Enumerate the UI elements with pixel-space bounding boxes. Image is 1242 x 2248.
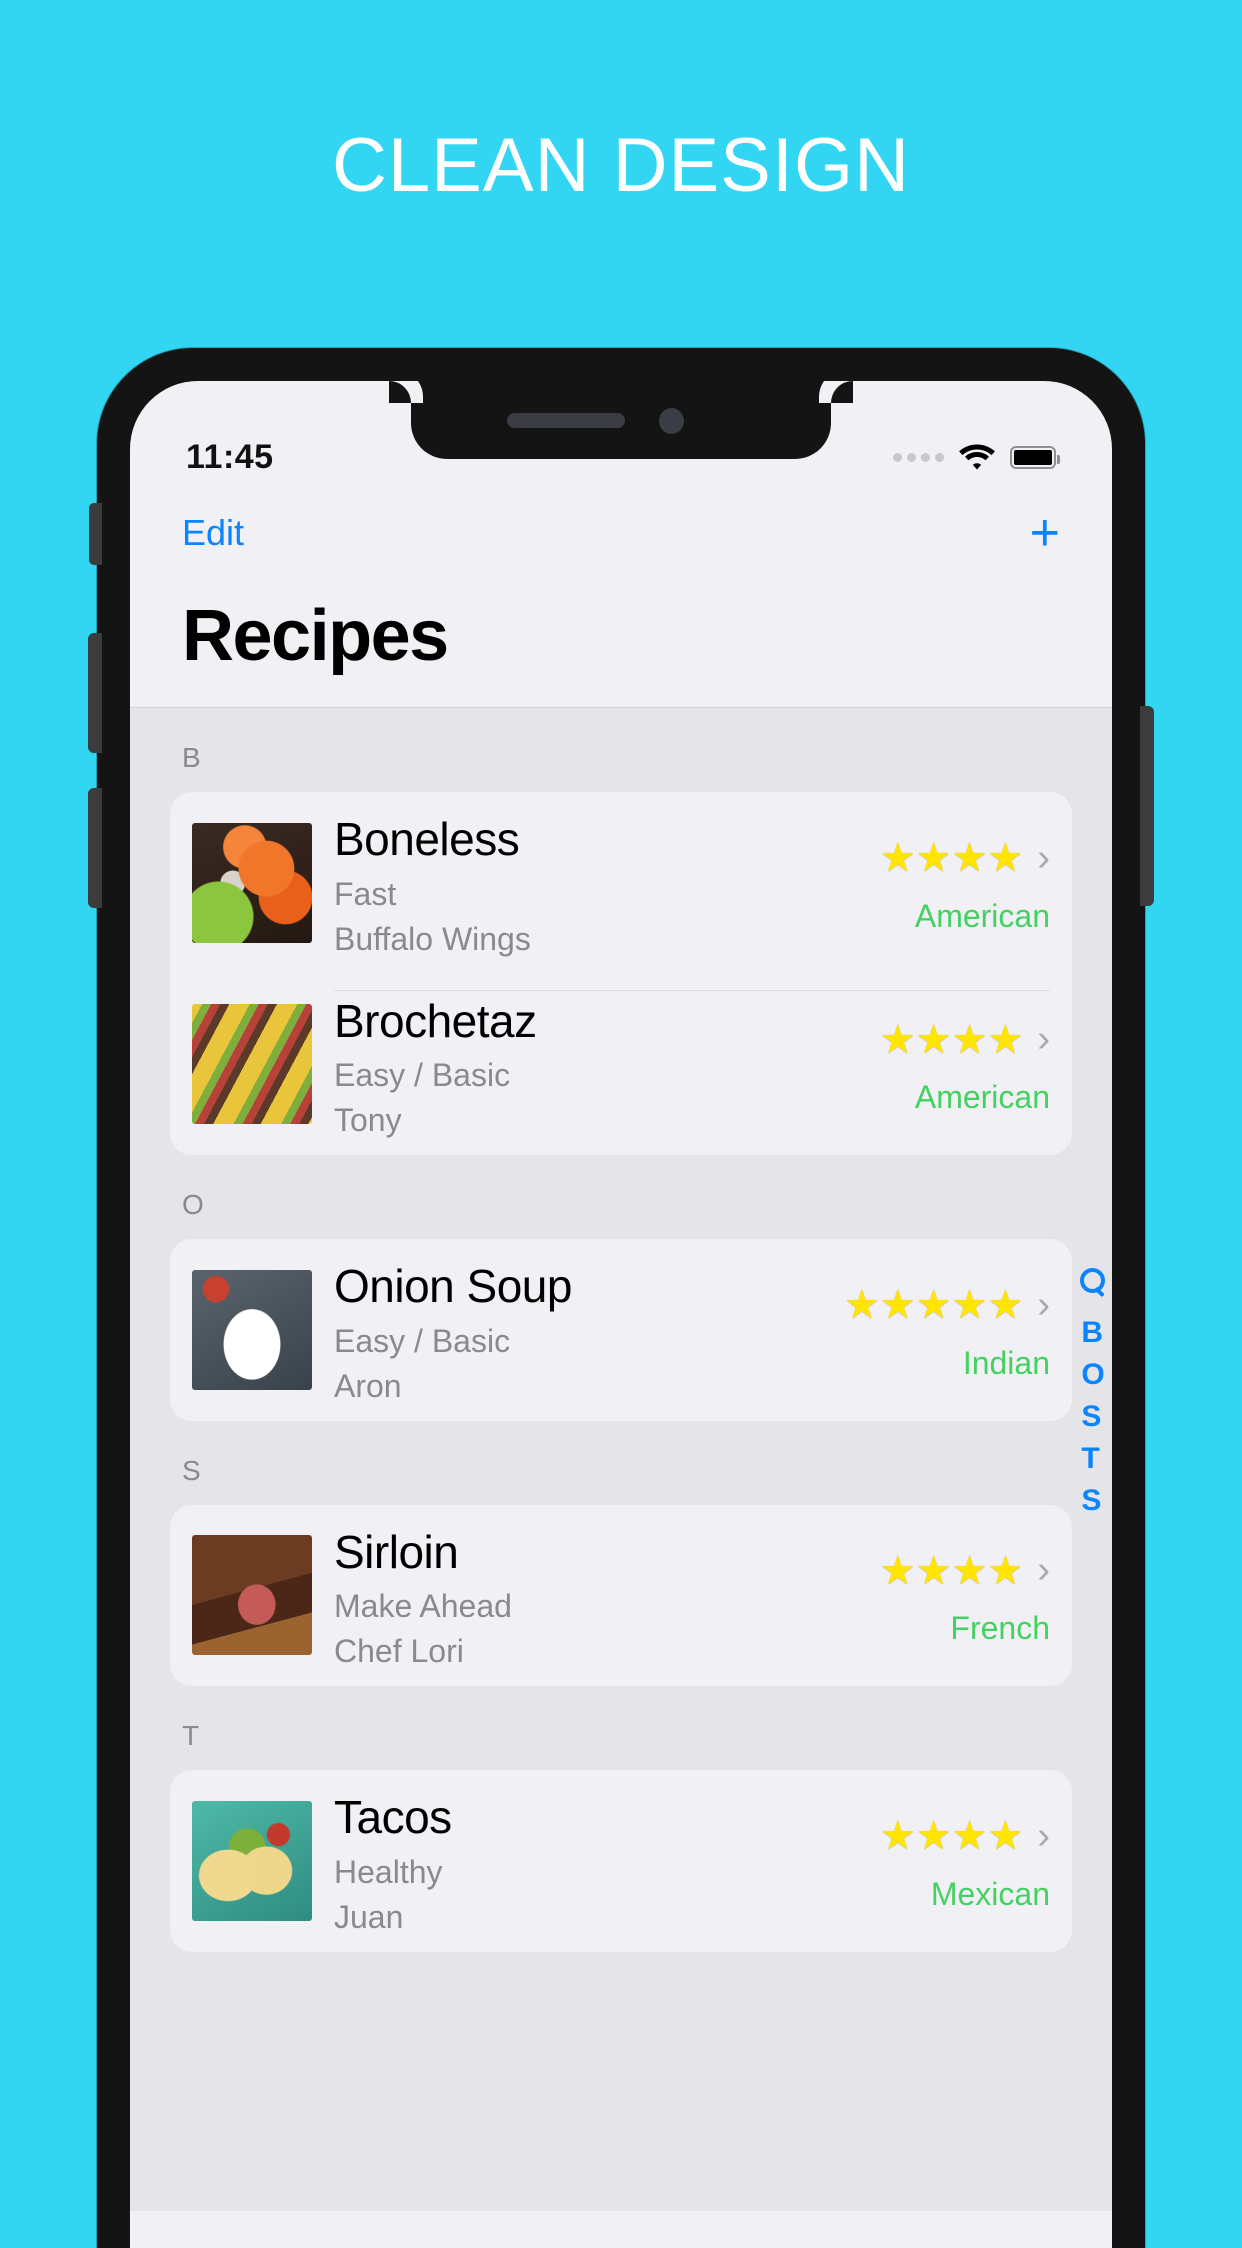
front-camera-icon: [659, 408, 684, 434]
recipe-title: Tacos: [334, 1791, 452, 1844]
recipe-author: Aron: [334, 1367, 402, 1404]
section-index-letter[interactable]: T: [1081, 1444, 1104, 1474]
recipe-rating: ★ ★ ★ ★ ›: [880, 837, 1050, 880]
section-header: O: [182, 1189, 204, 1221]
recipe-difficulty: Fast: [334, 875, 397, 912]
battery-full-icon: [1010, 445, 1060, 469]
recipe-author: Tony: [334, 1102, 402, 1139]
phone-screen: 11:45 Edit + Recipes B Boneless Fast Buf…: [130, 381, 1112, 2248]
recipe-title: Onion Soup: [334, 1260, 572, 1313]
chevron-right-icon[interactable]: ›: [1037, 1018, 1050, 1061]
recipe-author: Buffalo Wings: [334, 920, 531, 957]
status-bar-time: 11:45: [186, 437, 274, 476]
signal-dots-icon: [893, 452, 944, 462]
recipe-title: Sirloin: [334, 1525, 459, 1578]
section-index-letter[interactable]: S: [1081, 1486, 1104, 1516]
power-button[interactable]: [1140, 706, 1154, 906]
recipe-thumbnail: [192, 1535, 312, 1656]
chevron-right-icon[interactable]: ›: [1037, 1549, 1050, 1592]
star-rating-icons: ★ ★ ★ ★ ★: [844, 1283, 1024, 1328]
recipe-row[interactable]: Onion Soup Easy / Basic Aron ★ ★ ★ ★ ★ › Indian: [170, 1239, 1072, 1421]
chevron-right-icon[interactable]: ›: [1037, 1284, 1050, 1327]
recipe-row[interactable]: Brochetaz Easy / Basic Tony ★ ★ ★ ★ › American: [170, 974, 1072, 1156]
recipe-cuisine: American: [914, 1079, 1050, 1116]
star-rating-icons: ★ ★ ★ ★: [879, 1017, 1024, 1062]
star-rating-icons: ★ ★ ★ ★: [879, 1548, 1024, 1593]
section-index-letter[interactable]: O: [1081, 1360, 1104, 1390]
add-recipe-button[interactable]: +: [1030, 507, 1060, 559]
section-index-bar[interactable]: BOSTS: [1080, 1268, 1106, 1516]
recipe-cuisine: American: [914, 897, 1050, 934]
recipes-list[interactable]: B Boneless Fast Buffalo Wings ★ ★ ★ ★ › American B…: [130, 708, 1112, 2211]
section-index-letter[interactable]: S: [1081, 1402, 1104, 1432]
navigation-bar: Edit + Recipes: [130, 493, 1112, 707]
status-bar-indicators: [893, 443, 1060, 471]
recipe-rating: ★ ★ ★ ★ ›: [880, 1018, 1050, 1061]
recipe-row[interactable]: Tacos Healthy Juan ★ ★ ★ ★ › Mexican: [170, 1770, 1072, 1952]
section-index-letter[interactable]: B: [1081, 1318, 1104, 1348]
recipe-title: Brochetaz: [334, 994, 537, 1047]
earpiece-speaker-icon: [507, 413, 625, 428]
navigation-bar-buttons: Edit +: [182, 493, 1060, 573]
chevron-right-icon[interactable]: ›: [1037, 837, 1050, 880]
recipe-difficulty: Make Ahead: [334, 1588, 512, 1625]
notch: [389, 381, 853, 459]
recipe-thumbnail: [192, 1800, 312, 1921]
phone-device-frame: 11:45 Edit + Recipes B Boneless Fast Buf…: [88, 348, 1154, 2248]
recipe-difficulty: Easy / Basic: [334, 1322, 511, 1359]
recipe-cuisine: Indian: [962, 1344, 1050, 1381]
recipe-author: Chef Lori: [334, 1633, 464, 1670]
recipe-row[interactable]: Boneless Fast Buffalo Wings ★ ★ ★ ★ › American: [170, 792, 1072, 974]
large-title: Recipes: [182, 596, 449, 676]
recipe-title: Boneless: [334, 813, 520, 865]
recipe-rating: ★ ★ ★ ★ ›: [880, 1549, 1050, 1592]
volume-down-button[interactable]: [88, 788, 102, 908]
volume-up-button[interactable]: [88, 633, 102, 753]
page-title: CLEAN DESIGN: [332, 123, 910, 208]
recipe-card: Sirloin Make Ahead Chef Lori ★ ★ ★ ★ › French: [170, 1504, 1072, 1687]
section-header: B: [182, 742, 201, 773]
chevron-right-icon[interactable]: ›: [1037, 1815, 1050, 1858]
recipe-thumbnail: [192, 822, 312, 943]
recipe-card: Boneless Fast Buffalo Wings ★ ★ ★ ★ › American Br…: [170, 792, 1072, 1156]
recipe-cuisine: French: [950, 1610, 1050, 1647]
edit-button[interactable]: Edit: [182, 512, 244, 554]
recipe-rating: ★ ★ ★ ★ ★ ›: [844, 1284, 1050, 1327]
section-header: S: [182, 1454, 201, 1486]
section-header: T: [182, 1720, 200, 1752]
mute-switch-button[interactable]: [89, 503, 102, 565]
star-rating-icons: ★ ★ ★ ★: [879, 1814, 1024, 1859]
recipe-rating: ★ ★ ★ ★ ›: [880, 1815, 1050, 1858]
recipe-thumbnail: [192, 1269, 312, 1390]
star-rating-icons: ★ ★ ★ ★: [879, 836, 1024, 881]
recipe-row[interactable]: Sirloin Make Ahead Chef Lori ★ ★ ★ ★ › French: [170, 1505, 1072, 1687]
recipe-thumbnail: [192, 1004, 312, 1125]
recipe-difficulty: Easy / Basic: [334, 1057, 511, 1094]
recipe-card: Tacos Healthy Juan ★ ★ ★ ★ › Mexican: [170, 1770, 1072, 1952]
recipe-cuisine: Mexican: [930, 1875, 1050, 1912]
recipe-difficulty: Healthy: [334, 1853, 443, 1890]
recipe-author: Juan: [334, 1898, 404, 1935]
wifi-icon: [959, 444, 995, 470]
search-icon[interactable]: [1080, 1268, 1106, 1294]
recipe-card: Onion Soup Easy / Basic Aron ★ ★ ★ ★ ★ › Indian: [170, 1239, 1072, 1421]
